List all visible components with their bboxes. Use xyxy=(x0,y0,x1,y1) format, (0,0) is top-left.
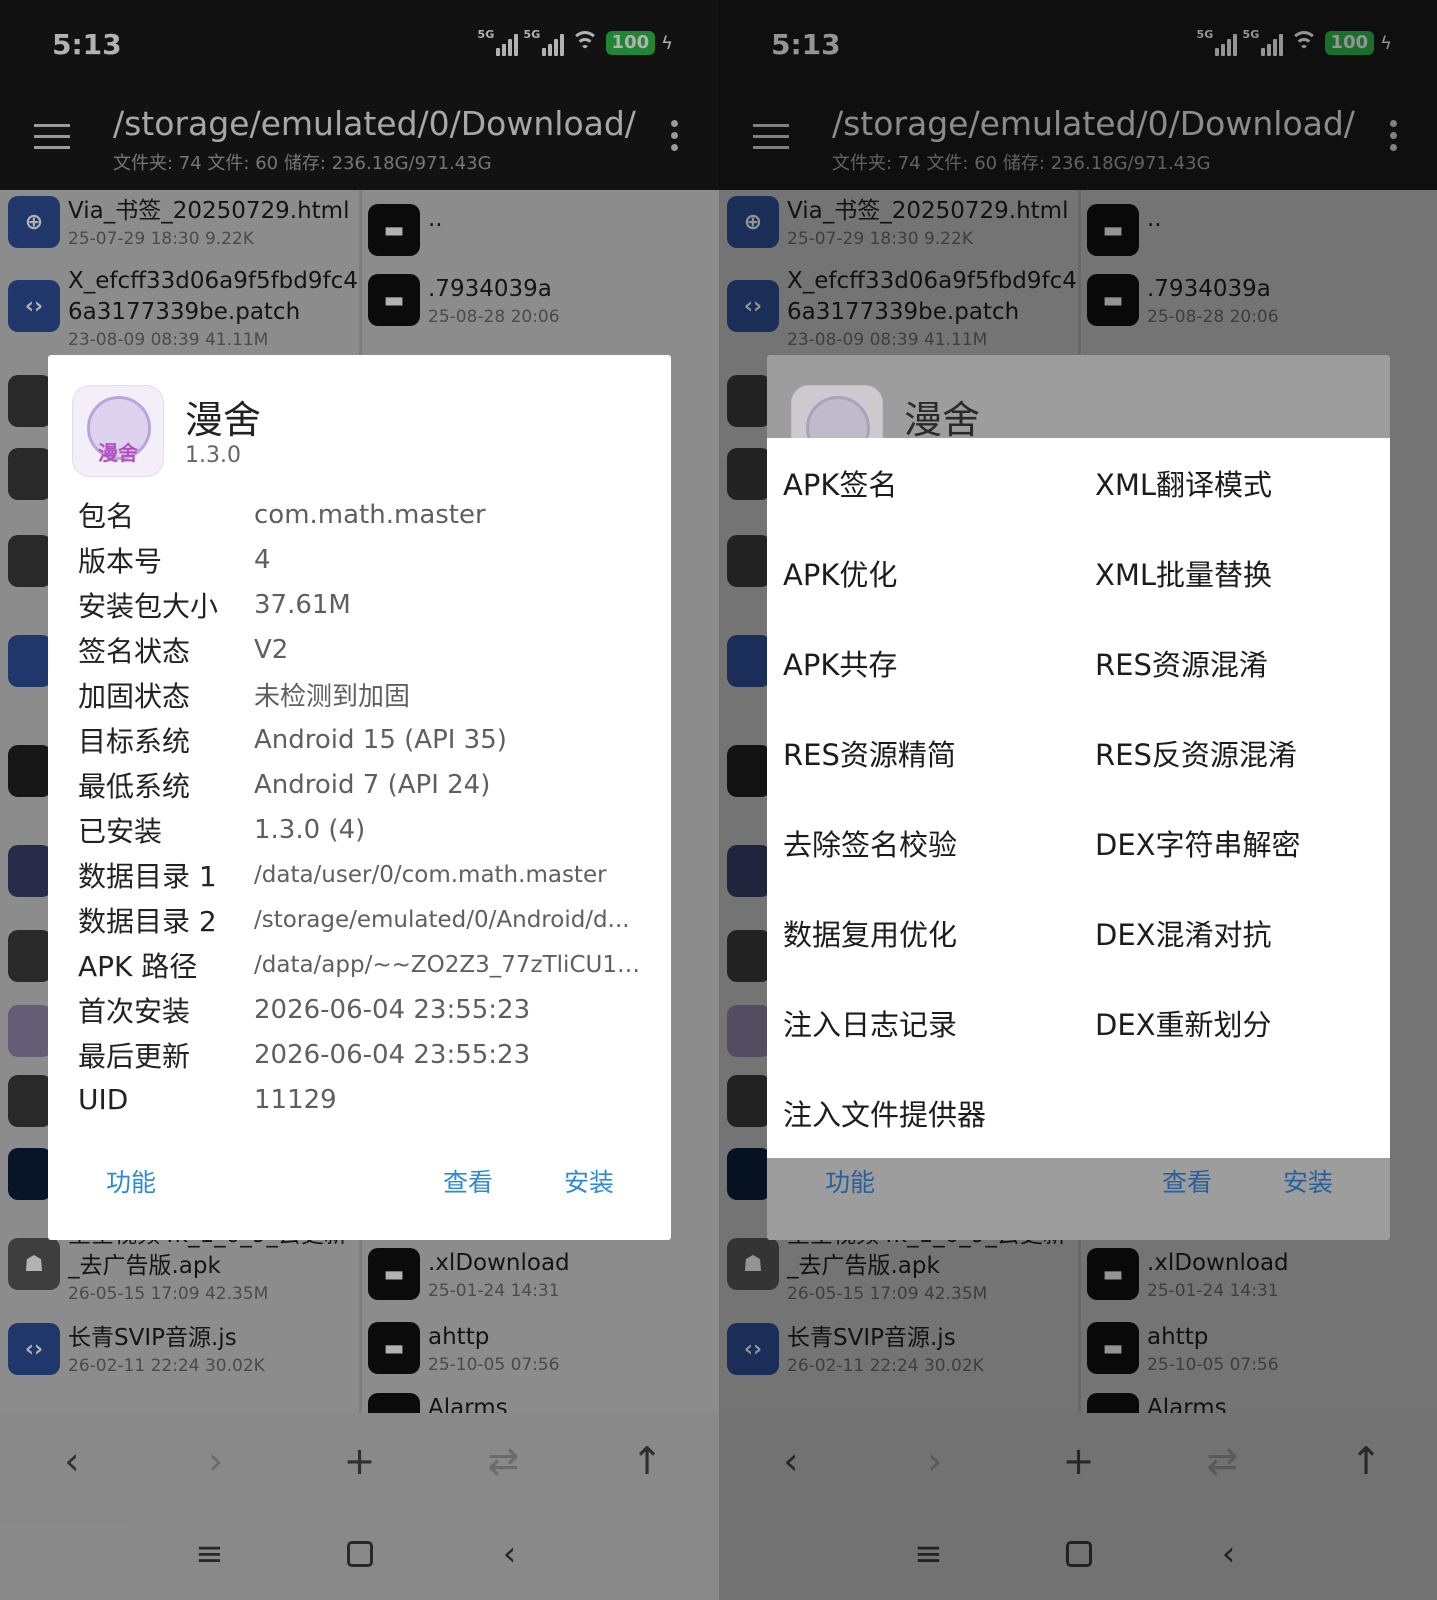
info-row: 版本号 4 xyxy=(78,544,271,578)
menu-item-apk-optimize[interactable]: APK优化 xyxy=(783,528,1095,618)
info-row: 首次安装 2026-06-04 23:55:23 xyxy=(78,994,531,1028)
info-row: 加固状态 未检测到加固 xyxy=(78,679,411,713)
menu-item-inject-file-provider[interactable]: 注入文件提供器 xyxy=(783,1068,1095,1158)
info-row: 签名状态 V2 xyxy=(78,634,289,668)
app-name: 漫舍 xyxy=(185,398,262,442)
menu-item-apk-coexist[interactable]: APK共存 xyxy=(783,618,1095,708)
menu-item-data-reuse-optimize[interactable]: 数据复用优化 xyxy=(783,888,1095,978)
info-row: UID 11129 xyxy=(78,1083,337,1116)
info-row: APK 路径/data/app/~~ZO2Z3_77zTliCU1V... xyxy=(78,949,644,983)
function-button[interactable]: 功能 xyxy=(825,1163,875,1199)
menu-item-remove-signature-check[interactable]: 去除签名校验 xyxy=(783,798,1095,888)
view-button[interactable]: 查看 xyxy=(443,1163,493,1199)
info-row: 包名 com.math.master xyxy=(78,499,486,533)
info-row: 目标系统 Android 15 (API 35) xyxy=(78,724,507,758)
menu-item-res-obfuscate[interactable]: RES资源混淆 xyxy=(1095,618,1383,708)
app-name: 漫舍 xyxy=(904,398,981,442)
menu-item-apk-sign[interactable]: APK签名 xyxy=(783,438,1095,528)
info-row: 数据目录 2/storage/emulated/0/Android/d... xyxy=(78,904,630,938)
install-button[interactable]: 安装 xyxy=(564,1163,614,1199)
menu-item-dex-repartition[interactable]: DEX重新划分 xyxy=(1095,978,1383,1068)
menu-item-dex-string-decrypt[interactable]: DEX字符串解密 xyxy=(1095,798,1383,888)
menu-item-res-shrink[interactable]: RES资源精简 xyxy=(783,708,1095,798)
app-version: 1.3.0 xyxy=(185,443,241,468)
install-button[interactable]: 安装 xyxy=(1283,1163,1333,1199)
view-button[interactable]: 查看 xyxy=(1162,1163,1212,1199)
info-row: 安装包大小 37.61M xyxy=(78,589,351,623)
screen-left: 5:13 5G 5G 100 ϟ /storage/emulated/0/Dow… xyxy=(0,0,719,1600)
menu-item-xml-translate[interactable]: XML翻译模式 xyxy=(1095,438,1383,528)
function-button[interactable]: 功能 xyxy=(106,1163,156,1199)
info-row: 数据目录 1/data/user/0/com.math.master xyxy=(78,859,607,893)
menu-item-res-deobfuscate[interactable]: RES反资源混淆 xyxy=(1095,708,1383,798)
info-row: 最低系统 Android 7 (API 24) xyxy=(78,769,491,803)
apk-info-dialog: 漫舍 漫舍 1.3.0 包名 com.math.master 版本号 4 安装包大小… xyxy=(48,355,671,1240)
function-menu: APK签名 XML翻译模式 APK优化 XML批量替换 APK共存 RES资源混… xyxy=(767,438,1390,1158)
menu-item-dex-anti-obfuscation[interactable]: DEX混淆对抗 xyxy=(1095,888,1383,978)
screen-right: 5:13 5G 5G 100 ϟ /storage/emulated/0/Dow… xyxy=(719,0,1437,1600)
app-logo: 漫舍 xyxy=(72,385,164,477)
info-row: 最后更新 2026-06-04 23:55:23 xyxy=(78,1039,531,1073)
menu-item-inject-logging[interactable]: 注入日志记录 xyxy=(783,978,1095,1068)
menu-item-xml-batch-replace[interactable]: XML批量替换 xyxy=(1095,528,1383,618)
info-list: 包名 com.math.master 版本号 4 安装包大小 37.61M 签名状态 V… xyxy=(78,492,648,1122)
info-row: 已安装 1.3.0 (4) xyxy=(78,814,366,848)
